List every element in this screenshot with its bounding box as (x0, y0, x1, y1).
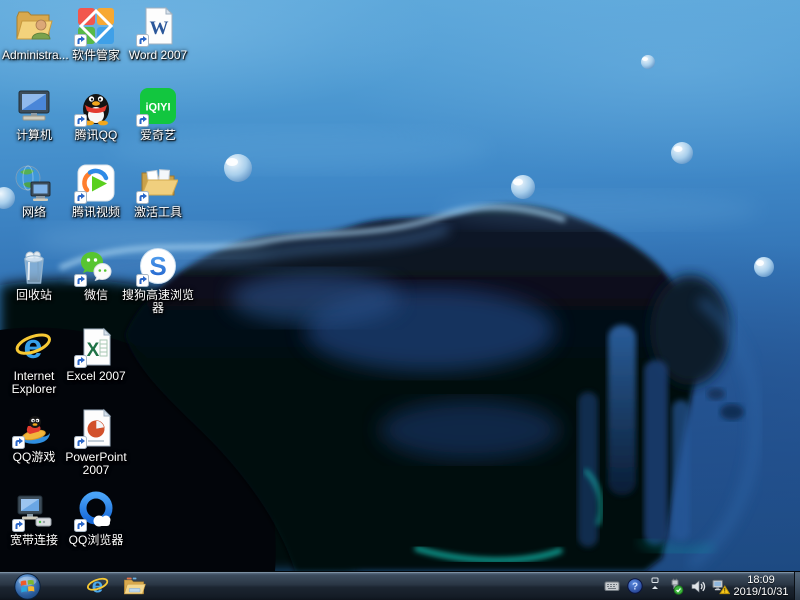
desktop-icon-sogou-browser[interactable]: S 搜狗高速浏览器 (119, 246, 197, 315)
taskbar-clock[interactable]: 18:09 2019/10/31 (730, 572, 792, 600)
desktop-icon-qq-games[interactable]: QQ游戏 (2, 408, 66, 464)
clock-date: 2019/10/31 (733, 586, 789, 598)
internet-explorer-icon: e (86, 576, 109, 598)
windows-start-orb-icon (13, 572, 41, 600)
desktop-wallpaper[interactable]: Administra... 软件管家 W Word 2007 计算机 腾讯QQ … (0, 0, 800, 571)
svg-text:?: ? (632, 582, 638, 593)
desktop-icon-tencent-video[interactable]: 腾讯视频 (64, 163, 128, 219)
help-icon[interactable]: ? (626, 577, 644, 595)
icon-label: Word 2007 (128, 48, 188, 62)
icon-label: 网络 (21, 205, 46, 219)
recycle-bin-icon (24, 251, 44, 284)
icon-label: Internet Explorer (11, 369, 57, 396)
computer-icon (18, 90, 50, 121)
shortcut-arrow-icon (12, 436, 25, 449)
network-warning-icon[interactable]: ! (712, 577, 730, 595)
desktop-icon-internet-explorer[interactable]: e Internet Explorer (2, 327, 66, 396)
internet-explorer-icon: e (15, 328, 51, 366)
desktop-icon-computer[interactable]: 计算机 (2, 86, 66, 142)
icon-label: 腾讯QQ (74, 128, 118, 142)
desktop-icon-recycle-bin[interactable]: 回收站 (2, 246, 66, 302)
safely-remove-hardware-icon[interactable] (666, 577, 684, 595)
icon-label: QQ游戏 (12, 450, 56, 464)
shortcut-arrow-icon (12, 519, 25, 532)
desktop-icon-administrator[interactable]: Administra... (2, 6, 69, 62)
icon-label: 激活工具 (133, 205, 182, 219)
shortcut-arrow-icon (74, 274, 87, 287)
show-desktop-button[interactable] (794, 572, 800, 600)
desktop-icon-broadband[interactable]: 宽带连接 (2, 491, 66, 547)
svg-text:S: S (149, 251, 166, 281)
icon-label: 腾讯视频 (71, 205, 120, 219)
desktop-icon-tencent-qq[interactable]: 腾讯QQ (64, 86, 128, 142)
icon-label: 计算机 (15, 128, 52, 142)
icon-label: PowerPoint 2007 (65, 450, 127, 477)
icon-label: Administra... (2, 48, 69, 62)
desktop-icon-software-manager[interactable]: 软件管家 (64, 6, 128, 62)
desktop-icon-activation-tools[interactable]: 激活工具 (126, 163, 190, 219)
shortcut-arrow-icon (74, 34, 87, 47)
svg-text:iQIYI: iQIYI (145, 102, 170, 114)
shortcut-arrow-icon (74, 436, 87, 449)
system-tray: ? ! (603, 572, 730, 600)
svg-text:!: ! (724, 587, 726, 594)
shortcut-arrow-icon (136, 114, 149, 127)
svg-text:W: W (150, 18, 169, 39)
taskbar-internet-explorer[interactable]: e (82, 572, 114, 600)
desktop-icon-iqiyi[interactable]: iQIYI 爱奇艺 (126, 86, 190, 142)
icon-label: QQ浏览器 (68, 533, 124, 547)
start-button[interactable] (10, 572, 44, 600)
desktop-icon-word-2007[interactable]: W Word 2007 (126, 6, 190, 62)
desktop-icon-powerpoint-2007[interactable]: PowerPoint 2007 (64, 408, 128, 477)
windows-desktop: Administra... 软件管家 W Word 2007 计算机 腾讯QQ … (0, 0, 800, 600)
desktop-icon-network[interactable]: 网络 (2, 163, 66, 219)
shortcut-arrow-icon (74, 114, 87, 127)
shortcut-arrow-icon (136, 191, 149, 204)
desktop-icon-qq-browser[interactable]: QQ浏览器 (64, 491, 128, 547)
input-method-keyboard-icon[interactable] (603, 577, 621, 595)
shortcut-arrow-icon (136, 34, 149, 47)
folder-icon (123, 577, 146, 595)
show-hidden-icons-button[interactable] (649, 577, 661, 595)
icon-label: 回收站 (15, 288, 52, 302)
shortcut-arrow-icon (74, 191, 87, 204)
icon-label: Excel 2007 (66, 369, 126, 383)
desktop-icon-excel-2007[interactable]: X Excel 2007 (64, 327, 128, 383)
taskbar: e ? ! 18:09 2019/10/31 (0, 571, 800, 600)
svg-text:X: X (87, 340, 100, 361)
icon-label: 宽带连接 (9, 533, 58, 547)
shortcut-arrow-icon (74, 355, 87, 368)
clock-time: 18:09 (747, 574, 775, 586)
shortcut-arrow-icon (74, 519, 87, 532)
icon-label: 搜狗高速浏览器 (121, 288, 194, 315)
icon-label: 软件管家 (71, 48, 120, 62)
taskbar-windows-explorer[interactable] (118, 572, 150, 600)
user-folder-icon (16, 11, 53, 40)
shortcut-arrow-icon (136, 274, 149, 287)
icon-label: 爱奇艺 (139, 128, 176, 142)
volume-icon[interactable] (689, 577, 707, 595)
network-globe-icon (15, 165, 51, 201)
